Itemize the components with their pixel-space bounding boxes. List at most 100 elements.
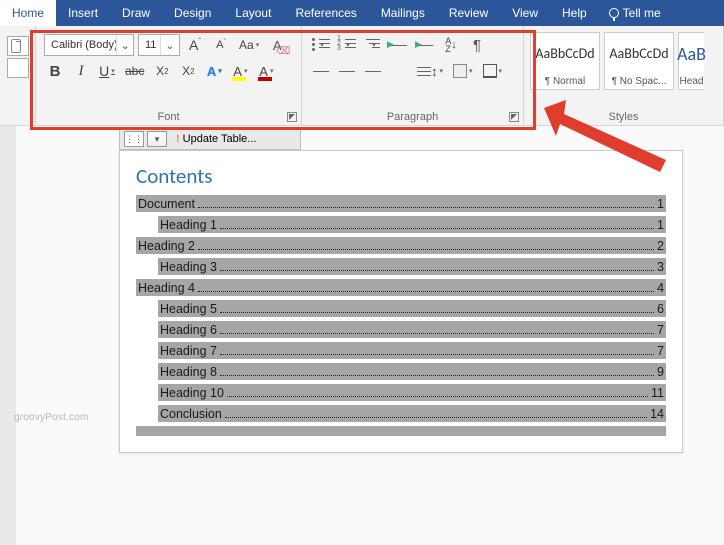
toc-leader-dots <box>220 367 654 376</box>
toc-entry[interactable]: Heading 89 <box>158 363 666 380</box>
toc-entry[interactable]: Heading 11 <box>158 216 666 233</box>
bullets-button[interactable] <box>310 34 332 56</box>
toc-entry-text: Heading 1 <box>160 218 217 232</box>
italic-button[interactable]: I <box>70 60 92 82</box>
toc-entry-page: 1 <box>657 197 664 211</box>
decrease-indent-button[interactable]: ◀ <box>388 34 410 56</box>
toc-menu-icon[interactable]: ▾ <box>147 131 167 147</box>
toc-leader-dots <box>220 325 654 334</box>
toc-title: Contents <box>136 163 666 189</box>
toc-entry[interactable]: Conclusion14 <box>158 405 666 422</box>
update-table-label: Update Table... <box>183 133 257 145</box>
toc-entry-page: 2 <box>657 239 664 253</box>
subscript-button[interactable]: X2 <box>151 60 173 82</box>
lightbulb-icon <box>609 8 619 18</box>
tell-me-label: Tell me <box>623 6 661 20</box>
style-no-spacing[interactable]: AaBbCcDd ¶ No Spac... <box>604 32 674 90</box>
multilevel-list-button[interactable] <box>362 34 384 56</box>
align-right-button[interactable] <box>362 60 384 82</box>
toc-entries: Document 1 Heading 11 Heading 22 Heading 33 H… <box>136 195 666 422</box>
toc-entry-text: Conclusion <box>160 407 222 421</box>
toc-entry-page: 7 <box>657 323 664 337</box>
shading-button[interactable] <box>450 60 476 82</box>
borders-button[interactable] <box>480 60 506 82</box>
toc-trailing-selection <box>136 426 666 436</box>
toc-leader-dots <box>225 409 647 418</box>
highlight-button[interactable]: A <box>229 60 251 82</box>
tab-view[interactable]: View <box>500 0 550 26</box>
tab-help[interactable]: Help <box>550 0 599 26</box>
tab-design[interactable]: Design <box>162 0 223 26</box>
style-preview: AaBbCcDd <box>531 33 599 74</box>
toc-entry[interactable]: Heading 1011 <box>158 384 666 401</box>
toc-entry-text: Heading 4 <box>138 281 195 295</box>
superscript-button[interactable]: X2 <box>177 60 199 82</box>
tab-references[interactable]: References <box>283 0 368 26</box>
styles-group: AaBbCcDd ¶ Normal AaBbCcDd ¶ No Spac... … <box>524 26 724 125</box>
watermark-text: groovyPost.com <box>14 412 89 423</box>
toc-leader-dots <box>227 388 648 397</box>
tab-home[interactable]: Home <box>0 0 56 26</box>
toc-entry-page: 6 <box>657 302 664 316</box>
toc-entry-text: Document <box>138 197 195 211</box>
style-normal[interactable]: AaBbCcDd ¶ Normal <box>530 32 600 90</box>
toc-control-bar: ⋮⋮ ▾ ! Update Table... <box>119 128 301 150</box>
font-size-value: 11 <box>139 39 160 51</box>
tab-mailings[interactable]: Mailings <box>369 0 437 26</box>
style-preview: AaB <box>679 33 704 74</box>
strikethrough-button[interactable]: abc <box>122 60 147 82</box>
tab-review[interactable]: Review <box>437 0 500 26</box>
font-name-combo[interactable]: Calibri (Body) ⌄ <box>44 34 134 56</box>
sort-button[interactable]: AZ↓ <box>440 34 462 56</box>
toc-entry[interactable]: Heading 44 <box>136 279 666 296</box>
justify-button[interactable] <box>388 60 410 82</box>
style-preview: AaBbCcDd <box>605 33 673 74</box>
style-heading[interactable]: AaB Head <box>678 32 704 90</box>
toc-leader-dots <box>220 304 654 313</box>
shrink-font-button[interactable]: Aˇ <box>210 34 232 56</box>
toc-handle-icon[interactable]: ⋮⋮ <box>124 131 144 147</box>
toc-entry[interactable]: Heading 56 <box>158 300 666 317</box>
toc-entry[interactable]: Heading 77 <box>158 342 666 359</box>
paragraph-group: 123 ◀ ▶ AZ↓ ¶ ↕ Paragraph <box>302 26 524 125</box>
document-area: groovyPost.com ⋮⋮ ▾ ! Update Table... Co… <box>0 126 724 545</box>
toc-leader-dots <box>198 241 654 250</box>
tell-me-search[interactable]: Tell me <box>599 0 671 26</box>
increase-indent-button[interactable]: ▶ <box>414 34 436 56</box>
bold-button[interactable]: B <box>44 60 66 82</box>
paste-icon[interactable] <box>7 36 29 56</box>
font-color-button[interactable]: A <box>255 60 277 82</box>
font-size-combo[interactable]: 11 ⌄ <box>138 34 180 56</box>
underline-button[interactable]: U <box>96 60 118 82</box>
change-case-button[interactable]: Aa <box>236 34 262 56</box>
toc-entry-text: Heading 8 <box>160 365 217 379</box>
align-left-button[interactable] <box>310 60 332 82</box>
chevron-down-icon[interactable]: ⌄ <box>160 35 178 55</box>
text-effects-button[interactable]: A <box>203 60 225 82</box>
font-group: Calibri (Body) ⌄ 11 ⌄ Aˆ Aˇ Aa A⌫ B I U … <box>36 26 302 125</box>
update-table-button[interactable]: ! Update Table... <box>170 130 262 148</box>
tab-layout[interactable]: Layout <box>223 0 283 26</box>
toc-leader-dots <box>220 220 654 229</box>
clipboard-pane <box>0 26 36 125</box>
grow-font-button[interactable]: Aˆ <box>184 34 206 56</box>
toc-entry[interactable]: Heading 33 <box>158 258 666 275</box>
align-center-button[interactable] <box>336 60 358 82</box>
clear-formatting-button[interactable]: A⌫ <box>266 34 288 56</box>
toc-entry[interactable]: Document 1 <box>136 195 666 212</box>
tab-draw[interactable]: Draw <box>110 0 162 26</box>
show-marks-button[interactable]: ¶ <box>466 34 488 56</box>
numbering-button[interactable]: 123 <box>336 34 358 56</box>
toc-entry[interactable]: Heading 67 <box>158 321 666 338</box>
chevron-down-icon[interactable]: ⌄ <box>116 35 133 55</box>
style-name: ¶ No Spac... <box>605 74 673 89</box>
toc-leader-dots <box>198 283 654 292</box>
clipboard-icon[interactable] <box>7 58 29 78</box>
ruler-strip <box>0 126 16 545</box>
paragraph-dialog-launcher[interactable] <box>509 112 519 122</box>
toc-entry-page: 11 <box>651 386 664 400</box>
tab-insert[interactable]: Insert <box>56 0 110 26</box>
line-spacing-button[interactable]: ↕ <box>414 60 446 82</box>
toc-entry[interactable]: Heading 22 <box>136 237 666 254</box>
font-dialog-launcher[interactable] <box>287 112 297 122</box>
